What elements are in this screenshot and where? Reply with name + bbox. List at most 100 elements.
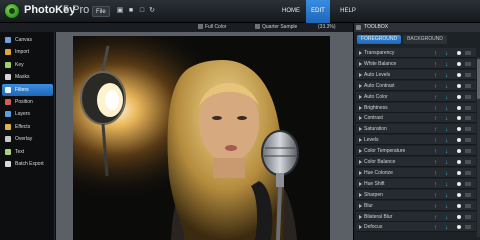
move-down-icon[interactable]: ↓ xyxy=(445,104,448,114)
move-down-icon[interactable]: ↓ xyxy=(445,60,448,70)
move-up-icon[interactable]: ↑ xyxy=(434,169,437,179)
move-up-icon[interactable]: ↑ xyxy=(434,49,437,59)
filter-row-levels[interactable]: Levels ↑ ↓ xyxy=(356,135,476,146)
filter-options-icon[interactable] xyxy=(465,72,471,77)
sidebar-item-filters[interactable]: Filters xyxy=(2,83,53,96)
sidebar-item-import[interactable]: Import xyxy=(2,46,53,58)
sample-mode-select[interactable]: Quarter Sample xyxy=(255,24,297,31)
enable-toggle-icon[interactable] xyxy=(457,72,461,77)
sidebar-item-layers[interactable]: Layers xyxy=(2,108,53,120)
filter-row-white-balance[interactable]: White Balance ↑ ↓ xyxy=(356,58,476,70)
move-down-icon[interactable]: ↓ xyxy=(445,93,448,103)
tab-background[interactable]: BACKGROUND xyxy=(403,35,447,44)
move-down-icon[interactable]: ↓ xyxy=(445,114,448,124)
move-up-icon[interactable]: ↑ xyxy=(434,136,437,146)
file-menu-button[interactable]: File xyxy=(92,6,110,17)
expand-arrow-icon[interactable] xyxy=(359,181,362,186)
sidebar-item-masks[interactable]: Masks xyxy=(2,71,53,83)
enable-toggle-icon[interactable] xyxy=(457,149,461,154)
filter-row-brightness[interactable]: Brightness ↑ ↓ xyxy=(356,102,476,114)
filter-row-auto-contrast[interactable]: Auto Contrast ↑ ↓ xyxy=(356,80,476,92)
filter-row-hue-colorize[interactable]: Hue Colorize ↑ ↓ xyxy=(356,167,476,179)
sidebar-item-batch-export[interactable]: Batch Export xyxy=(2,158,53,170)
move-up-icon[interactable]: ↑ xyxy=(434,114,437,124)
move-down-icon[interactable]: ↓ xyxy=(445,169,448,179)
expand-arrow-icon[interactable] xyxy=(359,51,362,55)
expand-arrow-icon[interactable] xyxy=(359,61,362,66)
filter-options-icon[interactable] xyxy=(465,51,471,55)
move-up-icon[interactable]: ↑ xyxy=(434,82,437,92)
filter-options-icon[interactable] xyxy=(465,225,471,230)
filter-row-transparency[interactable]: Transparency ↑ ↓ xyxy=(356,48,476,58)
expand-arrow-icon[interactable] xyxy=(359,170,362,175)
photo-preview[interactable] xyxy=(73,36,330,240)
refresh-icon[interactable]: ↻ xyxy=(148,7,156,15)
enable-toggle-icon[interactable] xyxy=(457,127,461,132)
move-down-icon[interactable]: ↓ xyxy=(445,213,448,223)
move-down-icon[interactable]: ↓ xyxy=(445,158,448,168)
sidebar-item-overlay[interactable]: Overlay xyxy=(2,133,53,145)
move-up-icon[interactable]: ↑ xyxy=(434,71,437,81)
sidebar-item-canvas[interactable]: Canvas xyxy=(2,34,53,46)
enable-toggle-icon[interactable] xyxy=(457,83,461,88)
move-up-icon[interactable]: ↑ xyxy=(434,93,437,103)
new-icon[interactable]: ▣ xyxy=(116,7,124,15)
filter-options-icon[interactable] xyxy=(465,170,471,175)
filter-row-defocus[interactable]: Defocus ↑ ↓ xyxy=(356,222,476,233)
filter-row-contrast[interactable]: Contrast ↑ ↓ xyxy=(356,113,476,124)
filter-options-icon[interactable] xyxy=(465,192,471,197)
filter-options-icon[interactable] xyxy=(465,138,471,143)
canvas-area[interactable] xyxy=(56,32,353,240)
move-up-icon[interactable]: ↑ xyxy=(434,202,437,212)
move-up-icon[interactable]: ↑ xyxy=(434,104,437,114)
enable-toggle-icon[interactable] xyxy=(457,181,461,186)
filter-options-icon[interactable] xyxy=(465,83,471,88)
filter-options-icon[interactable] xyxy=(465,116,471,121)
expand-arrow-icon[interactable] xyxy=(359,83,362,88)
filter-options-icon[interactable] xyxy=(465,181,471,186)
filter-row-bilateral-blur[interactable]: Bilateral Blur ↑ ↓ xyxy=(356,211,476,223)
filter-options-icon[interactable] xyxy=(465,214,471,219)
filter-options-icon[interactable] xyxy=(465,127,471,132)
filter-row-color-balance[interactable]: Color Balance ↑ ↓ xyxy=(356,157,476,167)
filter-row-color-temperature[interactable]: Color Temperature ↑ ↓ xyxy=(356,146,476,157)
move-down-icon[interactable]: ↓ xyxy=(445,223,448,233)
filter-row-blur[interactable]: Blur ↑ ↓ xyxy=(356,200,476,212)
enable-toggle-icon[interactable] xyxy=(457,160,461,164)
enable-toggle-icon[interactable] xyxy=(457,51,461,55)
filter-row-hue-shift[interactable]: Hue Shift ↑ ↓ xyxy=(356,178,476,190)
fill-mode-select[interactable]: Full Color xyxy=(198,24,226,31)
zoom-select[interactable]: (33.3%) xyxy=(318,24,336,31)
enable-toggle-icon[interactable] xyxy=(457,94,461,99)
sidebar-item-effects[interactable]: Effects xyxy=(2,121,53,133)
expand-arrow-icon[interactable] xyxy=(359,214,362,219)
enable-toggle-icon[interactable] xyxy=(457,214,461,219)
filter-options-icon[interactable] xyxy=(465,61,471,66)
expand-arrow-icon[interactable] xyxy=(359,192,362,197)
filter-options-icon[interactable] xyxy=(465,203,471,208)
move-down-icon[interactable]: ↓ xyxy=(445,49,448,59)
filter-options-icon[interactable] xyxy=(465,149,471,154)
save-icon[interactable]: ■ xyxy=(127,7,135,15)
expand-arrow-icon[interactable] xyxy=(359,116,362,121)
toolbox-collapse-icon[interactable] xyxy=(356,25,361,30)
move-down-icon[interactable]: ↓ xyxy=(445,82,448,92)
filter-row-saturation[interactable]: Saturation ↑ ↓ xyxy=(356,124,476,135)
expand-arrow-icon[interactable] xyxy=(359,105,362,110)
move-down-icon[interactable]: ↓ xyxy=(445,136,448,146)
move-down-icon[interactable]: ↓ xyxy=(445,202,448,212)
expand-arrow-icon[interactable] xyxy=(359,203,362,208)
filter-options-icon[interactable] xyxy=(465,105,471,110)
filter-options-icon[interactable] xyxy=(465,94,471,99)
enable-toggle-icon[interactable] xyxy=(457,116,461,121)
move-down-icon[interactable]: ↓ xyxy=(445,125,448,135)
open-icon[interactable]: □ xyxy=(138,7,146,15)
filter-row-auto-color[interactable]: Auto Color ↑ ↓ xyxy=(356,91,476,103)
expand-arrow-icon[interactable] xyxy=(359,94,362,99)
help-mode-button[interactable]: HELP xyxy=(336,0,360,23)
move-up-icon[interactable]: ↑ xyxy=(434,180,437,190)
move-up-icon[interactable]: ↑ xyxy=(434,60,437,70)
expand-arrow-icon[interactable] xyxy=(359,138,362,143)
enable-toggle-icon[interactable] xyxy=(457,192,461,197)
enable-toggle-icon[interactable] xyxy=(457,61,461,66)
